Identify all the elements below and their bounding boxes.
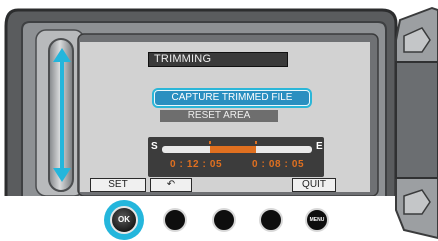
- hardware-button-3[interactable]: [212, 208, 236, 232]
- reset-area-button[interactable]: RESET AREA: [160, 110, 278, 122]
- capture-trimmed-file-button[interactable]: CAPTURE TRIMMED FILE: [152, 88, 312, 108]
- start-point-tick: [209, 141, 211, 144]
- start-marker-label: S: [151, 141, 158, 152]
- back-button[interactable]: ↶: [150, 178, 192, 192]
- menu-button-label: MENU: [309, 217, 325, 223]
- menu-button[interactable]: MENU: [305, 208, 329, 232]
- end-marker-label: E: [316, 141, 323, 152]
- end-point-tick: [255, 141, 257, 144]
- quit-button[interactable]: QUIT: [292, 178, 336, 192]
- hardware-button-4[interactable]: [259, 208, 283, 232]
- capture-button-label: CAPTURE TRIMMED FILE: [154, 90, 310, 106]
- start-time: 0 : 12 : 05: [170, 159, 223, 170]
- trim-selected-range: [210, 146, 256, 153]
- hardware-button-2[interactable]: [163, 208, 187, 232]
- ok-button[interactable]: OK: [110, 206, 138, 234]
- camera-hinge: [395, 6, 438, 240]
- end-time: 0 : 08 : 05: [252, 159, 305, 170]
- set-button[interactable]: SET: [90, 178, 146, 192]
- trim-panel: [148, 137, 324, 177]
- return-icon: ↶: [166, 179, 176, 190]
- up-down-arrow-icon: [53, 48, 71, 182]
- screen-title: TRIMMING: [148, 52, 288, 67]
